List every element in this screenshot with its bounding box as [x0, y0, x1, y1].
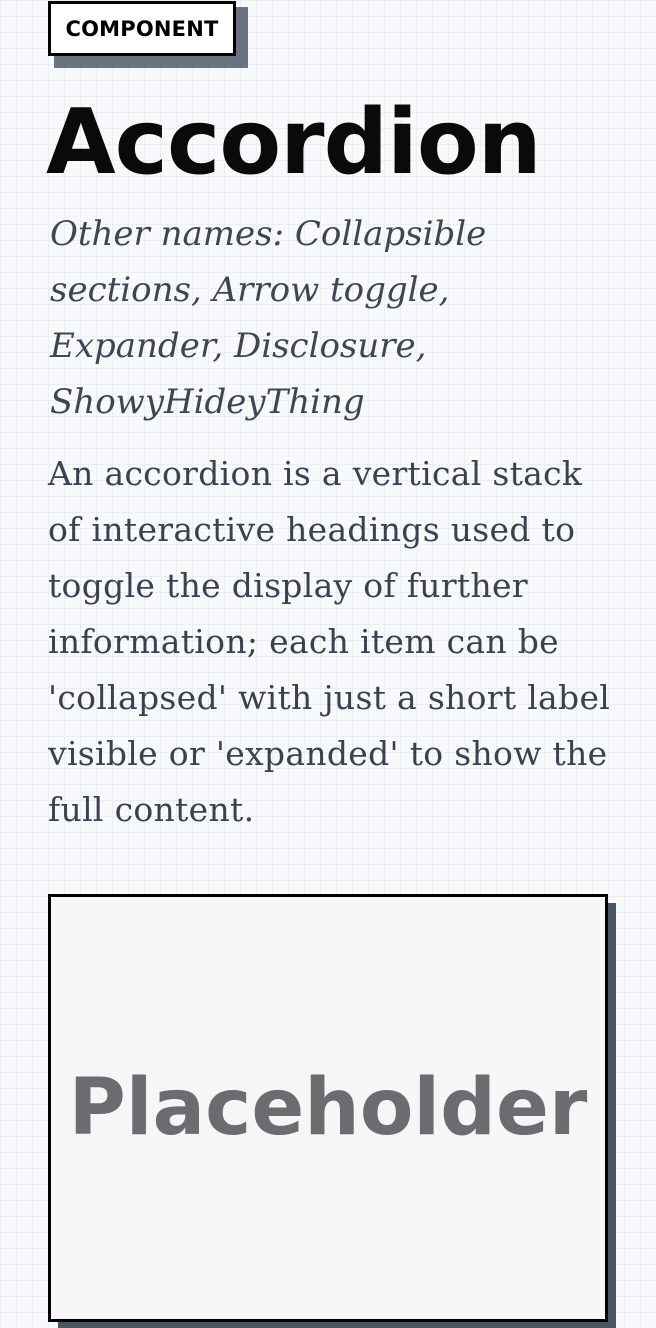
other-names-text: Other names: Collapsible sections, Arrow…	[50, 214, 487, 422]
description-text: An accordion is a vertical stack of inte…	[48, 454, 611, 829]
placeholder-label: Placeholder	[68, 1063, 588, 1153]
placeholder-image: Placeholder	[48, 894, 608, 1322]
component-tag-label: COMPONENT	[48, 1, 236, 56]
component-tag: COMPONENT	[48, 1, 248, 68]
page-title: Accordion	[46, 90, 542, 195]
